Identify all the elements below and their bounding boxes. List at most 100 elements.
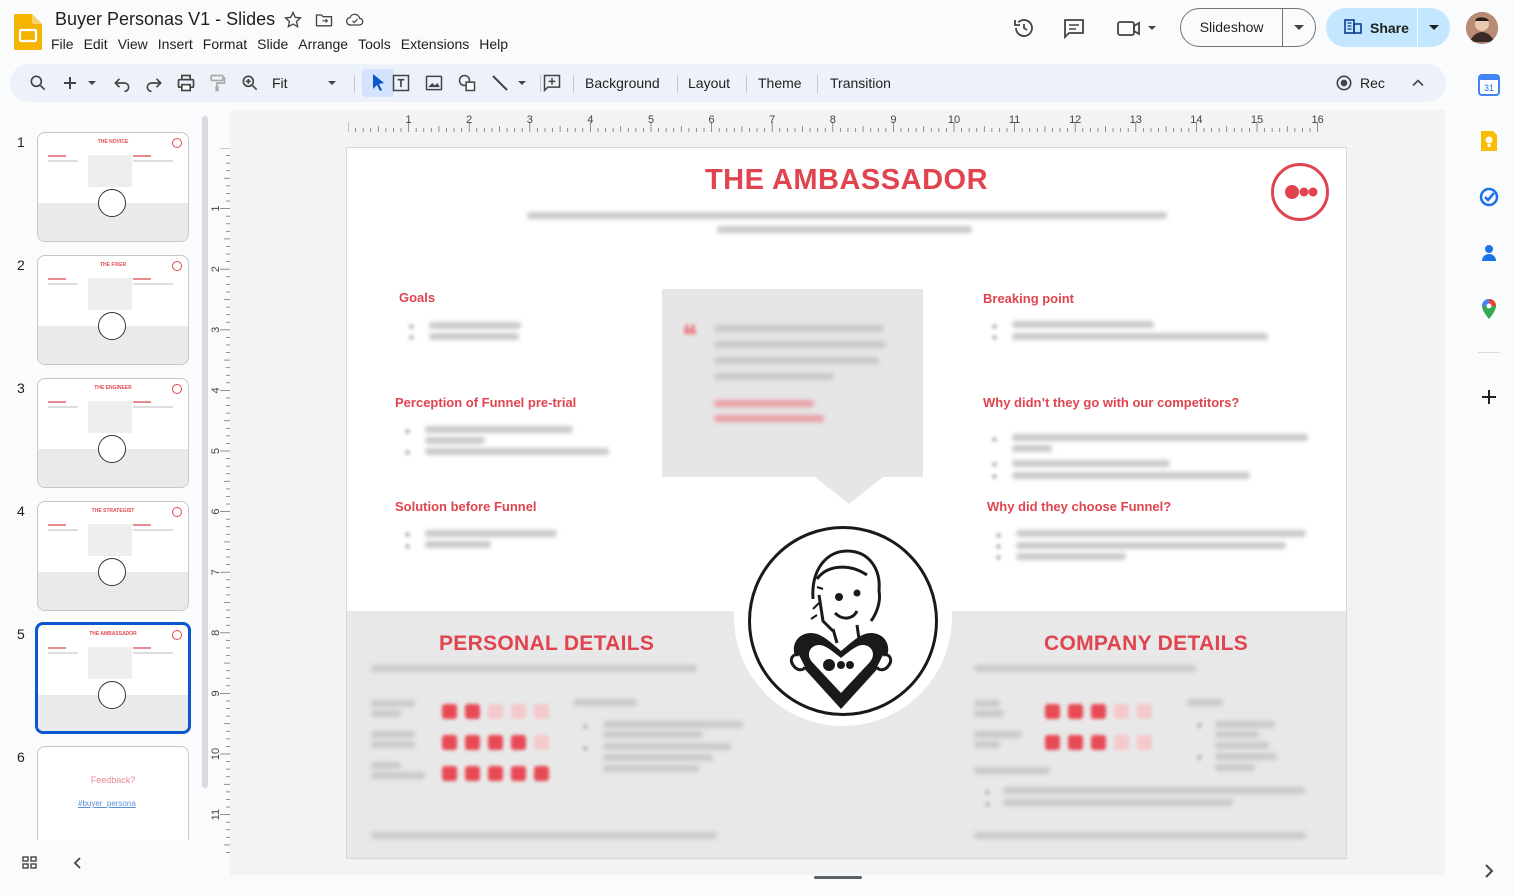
rating-square [1045,735,1060,750]
undo-icon[interactable] [112,73,132,93]
document-title[interactable]: Buyer Personas V1 - Slides [55,9,275,30]
menu-arrange[interactable]: Arrange [293,36,353,54]
menu-help[interactable]: Help [474,36,513,54]
menu-edit[interactable]: Edit [79,36,113,54]
slide-thumbnail-2[interactable]: THE FIXER [37,255,189,365]
paint-format-icon[interactable] [207,73,227,93]
maps-icon[interactable] [1478,298,1500,320]
menu-extensions[interactable]: Extensions [396,36,474,54]
new-slide-icon[interactable] [60,73,100,93]
slide-filmstrip: 1 THE NOVICE 2 THE FIXER 3 THE ENGINEER … [0,110,210,840]
slide-title[interactable]: THE AMBASSADOR [347,164,1346,197]
app-header: Buyer Personas V1 - Slides File Edit Vie… [0,0,1514,62]
cloud-saved-icon[interactable] [345,10,365,30]
toolbar: Fit Background Layout Theme Transition R… [10,64,1446,102]
rec-button[interactable]: Rec [1360,75,1385,91]
thumbnail-logo [172,384,182,394]
ruler-label: 1 [406,114,412,126]
record-icon[interactable] [1334,73,1354,93]
move-folder-icon[interactable] [314,10,334,30]
background-button[interactable]: Background [585,75,660,91]
thumbnail-title: THE STRATEGIST [91,508,135,514]
quote-callout[interactable]: ❝ [662,289,923,477]
rating-square [534,766,549,781]
speaker-notes-drag-handle[interactable] [814,876,862,879]
slides-logo-icon[interactable] [14,14,42,50]
calendar-icon[interactable]: 31 [1478,74,1500,96]
grid-view-icon[interactable] [20,853,40,873]
chevron-down-icon[interactable] [326,73,338,93]
meet-video-icon[interactable] [1116,16,1160,40]
slide-thumbnail-3[interactable]: THE ENGINEER [37,378,189,488]
add-addon-icon[interactable] [1478,386,1500,408]
menu-view[interactable]: View [113,36,153,54]
why-funnel-heading[interactable]: Why did they choose Funnel? [987,499,1171,514]
solution-heading[interactable]: Solution before Funnel [395,499,537,514]
rating-square [1091,735,1106,750]
slide-number: 6 [17,749,25,765]
select-tool[interactable] [362,69,394,97]
chevron-down-icon[interactable] [1283,24,1315,32]
chevron-right-icon[interactable] [1478,860,1500,882]
tasks-icon[interactable] [1478,186,1500,208]
svg-text:31: 31 [1484,83,1494,93]
collapse-filmstrip-icon[interactable] [68,853,88,873]
rating-square [1068,704,1083,719]
goals-heading[interactable]: Goals [399,290,435,305]
rating-square [1137,704,1152,719]
slideshow-button[interactable]: Slideshow [1180,8,1316,47]
slide-thumbnail-5[interactable]: THE AMBASSADOR [35,622,191,734]
slide-thumbnail-1[interactable]: THE NOVICE [37,132,189,242]
share-main[interactable]: Share [1326,8,1418,47]
line-icon[interactable] [490,73,530,93]
add-comment-icon[interactable] [542,73,562,93]
chevron-up-icon[interactable] [1408,73,1428,93]
ruler-label: 7 [210,569,222,575]
slide-thumbnail-6[interactable]: Feedback? #buyer_persona [37,746,189,840]
rail-divider [1478,352,1500,353]
theme-button[interactable]: Theme [758,75,802,91]
brand-logo-icon[interactable] [1271,163,1329,221]
persona-portrait[interactable] [748,526,938,716]
horizontal-ruler: 1 2 3 4 5 6 7 8 9 10 11 12 13 14 15 16 [347,112,1346,132]
menu-file[interactable]: File [46,36,79,54]
ruler-label: 11 [1009,114,1020,126]
rating-square [442,735,457,750]
zoom-icon[interactable] [240,73,260,93]
ruler-label: 2 [466,114,472,126]
comments-icon[interactable] [1062,16,1086,40]
zoom-select[interactable]: Fit [272,75,288,91]
shape-icon[interactable] [457,73,477,93]
image-icon[interactable] [424,73,444,93]
text-box-icon[interactable] [391,73,411,93]
menu-tools[interactable]: Tools [353,36,396,54]
transition-button[interactable]: Transition [830,75,891,91]
chevron-down-icon[interactable] [1418,24,1450,32]
filmstrip-scrollbar[interactable] [202,116,208,788]
perception-heading[interactable]: Perception of Funnel pre-trial [395,395,576,410]
slideshow-label[interactable]: Slideshow [1181,8,1284,47]
keep-icon[interactable] [1478,130,1500,152]
redo-icon[interactable] [144,73,164,93]
company-details-heading[interactable]: COMPANY DETAILS [1044,632,1248,656]
menu-slide[interactable]: Slide [252,36,293,54]
menu-format[interactable]: Format [198,36,252,54]
avatar[interactable] [1466,12,1498,44]
menu-insert[interactable]: Insert [153,36,198,54]
ruler-label: 15 [1251,114,1263,126]
contacts-icon[interactable] [1478,242,1500,264]
breaking-point-heading[interactable]: Breaking point [983,291,1074,306]
rating-square [511,735,526,750]
personal-details-heading[interactable]: PERSONAL DETAILS [439,632,654,656]
share-button[interactable]: Share [1326,8,1450,47]
print-icon[interactable] [176,73,196,93]
layout-button[interactable]: Layout [688,75,730,91]
slide-canvas[interactable]: THE AMBASSADOR Goals Perception of Funne… [347,148,1346,858]
thumbnail-logo [172,261,182,271]
slide-number: 4 [17,503,25,519]
star-icon[interactable] [283,10,303,30]
search-menus-icon[interactable] [28,73,48,93]
version-history-icon[interactable] [1012,16,1036,40]
slide-thumbnail-4[interactable]: THE STRATEGIST [37,501,189,611]
competitors-heading[interactable]: Why didn’t they go with our competitors? [983,395,1239,410]
